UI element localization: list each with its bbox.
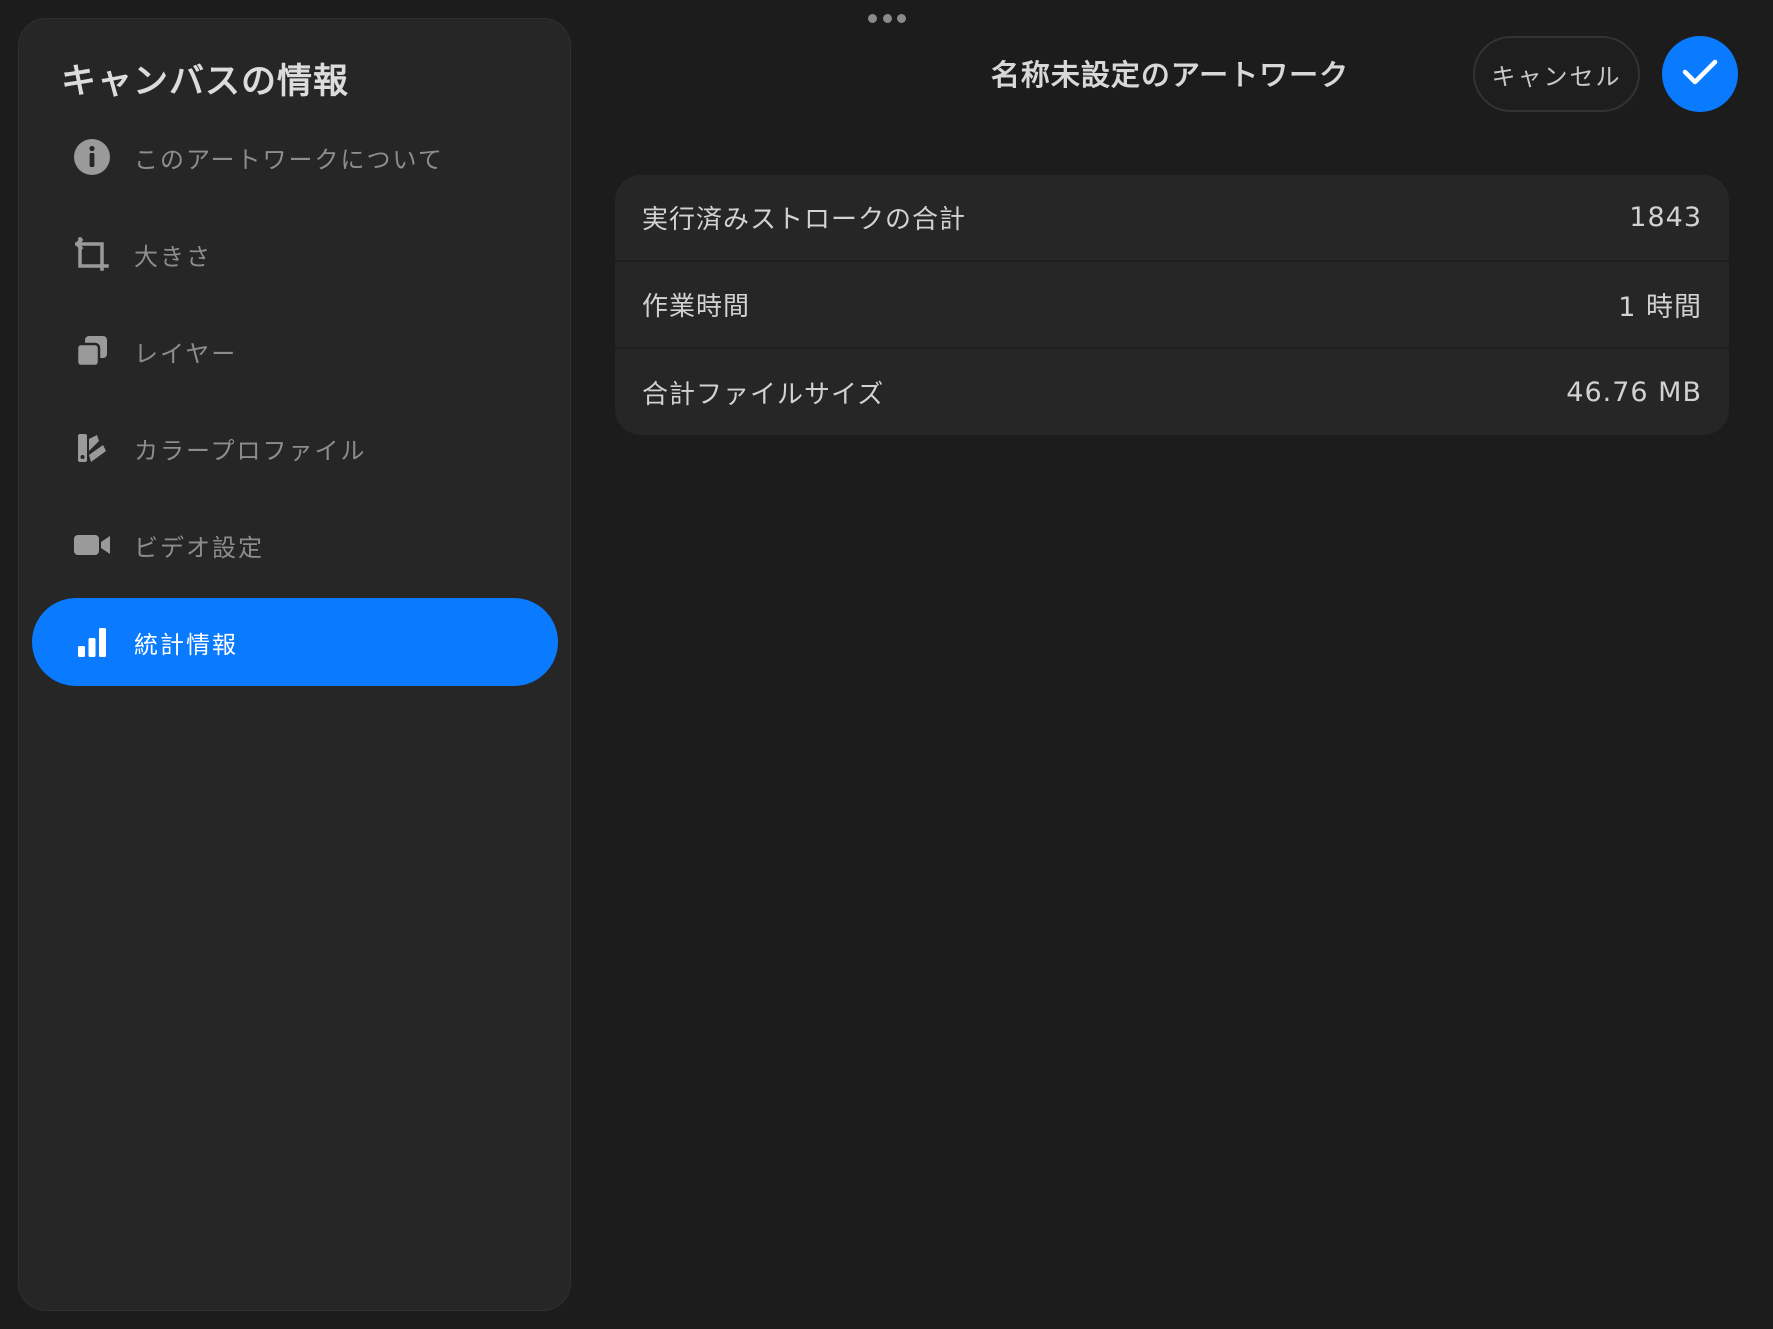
stat-row-file-size: 合計ファイルサイズ 46.76 MB: [615, 349, 1729, 435]
sidebar-item-label: このアートワークについて: [134, 145, 444, 174]
sidebar-item-size[interactable]: 大きさ: [32, 210, 558, 298]
sidebar-item-layers[interactable]: レイヤー: [32, 307, 558, 395]
sidebar-item-label: 大きさ: [134, 242, 212, 271]
sidebar-item-label: カラープロファイル: [134, 436, 367, 465]
bar-chart-icon: [72, 622, 112, 662]
confirm-button[interactable]: [1662, 36, 1738, 112]
stat-row-strokes: 実行済みストロークの合計 1843: [615, 175, 1729, 262]
sidebar-nav: このアートワークについて 大きさ レイヤー カラープロファイル ビデオ設定 統計…: [32, 113, 558, 695]
sidebar-item-about[interactable]: このアートワークについて: [32, 113, 558, 201]
video-camera-icon: [72, 525, 112, 565]
color-profile-icon: [72, 428, 112, 468]
crop-icon: [72, 234, 112, 274]
sidebar: キャンバスの情報 このアートワークについて 大きさ レイヤー カラープロファイル…: [18, 18, 571, 1311]
info-icon: [72, 137, 112, 177]
sidebar-title: キャンバスの情報: [61, 62, 350, 102]
sidebar-item-color-profile[interactable]: カラープロファイル: [32, 404, 558, 492]
sidebar-item-label: 統計情報: [134, 630, 238, 659]
stat-label: 合計ファイルサイズ: [642, 380, 885, 410]
sidebar-item-video[interactable]: ビデオ設定: [32, 501, 558, 589]
stat-value: 1843: [1629, 202, 1702, 233]
statistics-card: 実行済みストロークの合計 1843 作業時間 1 時間 合計ファイルサイズ 46…: [615, 175, 1729, 435]
sidebar-item-label: ビデオ設定: [134, 533, 264, 562]
stat-value: 1 時間: [1618, 292, 1702, 323]
stat-label: 実行済みストロークの合計: [642, 205, 967, 235]
sidebar-item-statistics[interactable]: 統計情報: [32, 598, 558, 686]
sidebar-item-label: レイヤー: [134, 339, 238, 368]
stat-row-work-time: 作業時間 1 時間: [615, 262, 1729, 349]
more-handle-icon[interactable]: [868, 13, 906, 23]
stat-value: 46.76 MB: [1566, 377, 1702, 408]
stat-label: 作業時間: [642, 292, 751, 322]
layers-icon: [72, 331, 112, 371]
artwork-title: 名称未設定のアートワーク: [990, 58, 1350, 92]
checkmark-icon: [1682, 58, 1718, 90]
cancel-button[interactable]: キャンセル: [1473, 36, 1640, 112]
